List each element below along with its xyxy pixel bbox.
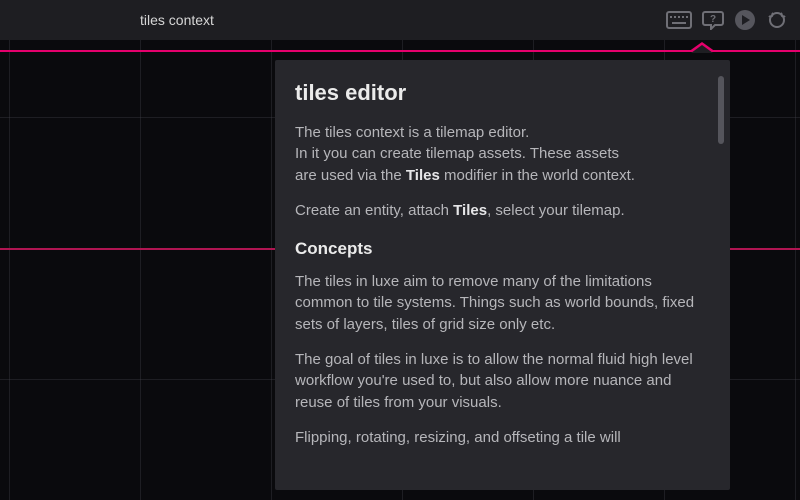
panel-pointer-fill: [691, 45, 713, 53]
svg-text:?: ?: [710, 14, 716, 25]
help-intro: The tiles context is a tilemap editor. I…: [295, 122, 706, 186]
editor-viewport[interactable]: tiles editor The tiles context is a tile…: [0, 40, 800, 500]
help-concepts-header: Concepts: [295, 239, 706, 259]
luxe-logo-icon[interactable]: [766, 9, 788, 31]
help-concepts-p3: Flipping, rotating, resizing, and offset…: [295, 427, 706, 448]
topbar-icons: ?: [666, 0, 788, 40]
grid-line: [140, 40, 141, 500]
help-title: tiles editor: [295, 80, 706, 106]
play-icon[interactable]: [734, 9, 756, 31]
grid-line: [271, 40, 272, 500]
grid-line: [9, 40, 10, 500]
help-panel: tiles editor The tiles context is a tile…: [275, 60, 730, 490]
context-label: tiles context: [140, 12, 214, 28]
help-concepts-p1: The tiles in luxe aim to remove many of …: [295, 271, 706, 335]
help-concepts-p2: The goal of tiles in luxe is to allow th…: [295, 349, 706, 413]
help-icon[interactable]: ?: [702, 10, 724, 30]
panel-accent-bar: [0, 50, 800, 52]
help-create-line: Create an entity, attach Tiles, select y…: [295, 200, 706, 221]
topbar: tiles context ?: [0, 0, 800, 40]
scrollbar-thumb[interactable]: [718, 76, 724, 144]
grid-line: [795, 40, 796, 500]
keyboard-icon[interactable]: [666, 11, 692, 29]
